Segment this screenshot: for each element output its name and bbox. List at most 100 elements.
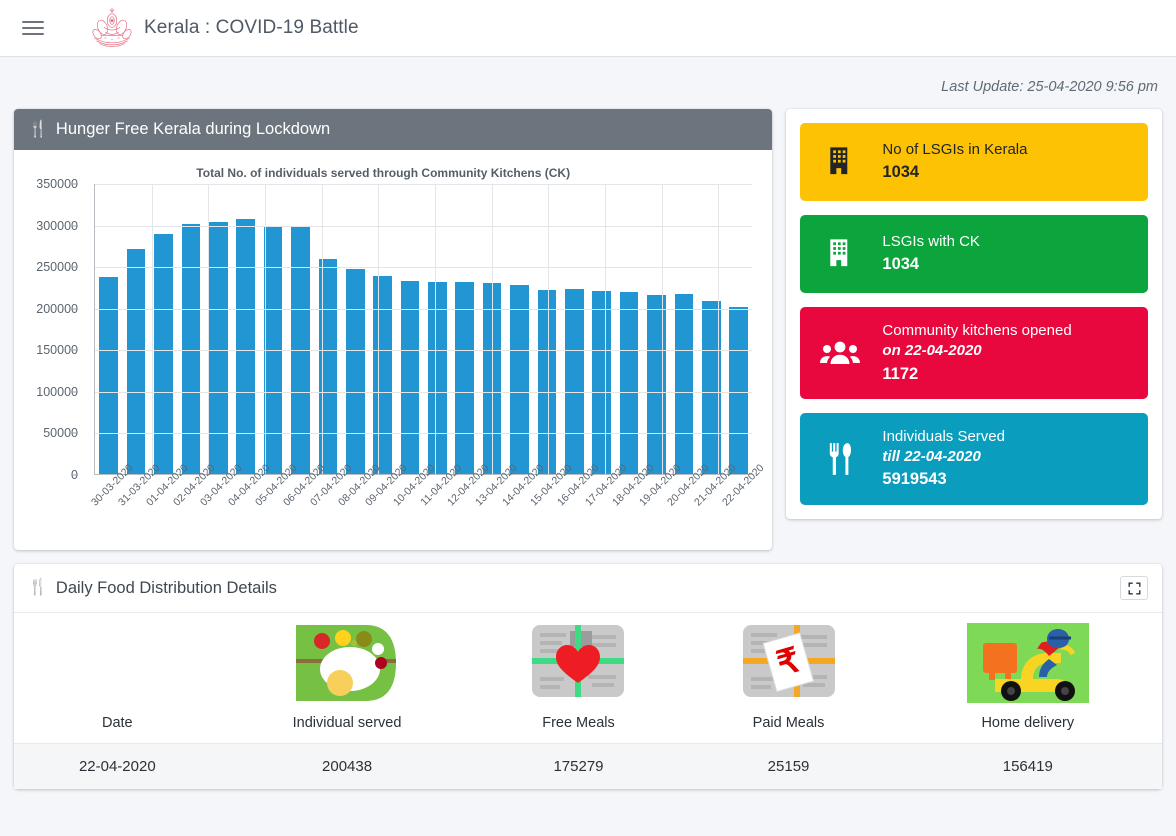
- bar-cell[interactable]: [424, 184, 451, 474]
- table-card-title: Daily Food Distribution Details: [55, 578, 277, 597]
- fullscreen-icon[interactable]: [1120, 576, 1148, 600]
- chart-bar[interactable]: [373, 276, 392, 474]
- chart-bar[interactable]: [455, 281, 475, 474]
- chart-bar[interactable]: [537, 289, 557, 474]
- bar-cell[interactable]: [615, 184, 642, 474]
- stat-card-text: Individuals Served till 22-04-2020 59195…: [882, 427, 1005, 491]
- bar-cell[interactable]: [177, 184, 204, 474]
- chart-bar[interactable]: [400, 281, 420, 474]
- gridline-horizontal: [95, 391, 753, 393]
- x-tick: 16-04-2020: [555, 462, 601, 537]
- bar-cell[interactable]: [396, 184, 423, 474]
- gridline-vertical: [378, 184, 380, 474]
- stat-card-text: LSGIs with CK 1034: [882, 232, 980, 276]
- chart-bar[interactable]: [99, 277, 118, 474]
- chart-bar[interactable]: [154, 234, 173, 474]
- x-tick: 30-03-2020: [89, 462, 135, 537]
- last-update-text: Last Update: 25-04-2020 9:56 pm: [941, 79, 1158, 95]
- table-cell: 22-04-2020: [14, 743, 221, 789]
- content-area: Last Update: 25-04-2020 9:56 pm 🍴 Hunger…: [0, 57, 1176, 789]
- chart-bar[interactable]: [208, 221, 228, 474]
- chart-bar[interactable]: [510, 284, 529, 474]
- x-tick: 06-04-2020: [281, 462, 327, 537]
- chart-bar[interactable]: [674, 293, 694, 474]
- stat-card-2[interactable]: LSGIs with CK 1034: [800, 215, 1148, 293]
- bar-cell[interactable]: [369, 184, 396, 474]
- bar-cell[interactable]: [122, 184, 149, 474]
- chart-bar[interactable]: [565, 289, 584, 474]
- bar-cell[interactable]: [588, 184, 615, 474]
- table-header-row: Date Individual served Free Meals ₹ Paid…: [14, 613, 1162, 744]
- bar-cell[interactable]: [670, 184, 697, 474]
- chart-bar[interactable]: [647, 295, 666, 474]
- bar-cell[interactable]: [287, 184, 314, 474]
- bar-cell[interactable]: [643, 184, 670, 474]
- y-tick-label: 300000: [36, 218, 78, 233]
- table-column-header: Free Meals: [473, 613, 683, 744]
- y-tick-mark: [73, 349, 78, 351]
- gridline-vertical: [718, 184, 720, 474]
- stat-card-list: No of LSGIs in Kerala 1034 LSGIs with CK…: [800, 123, 1148, 505]
- x-tick: 07-04-2020: [308, 462, 354, 537]
- chart-bar[interactable]: [345, 269, 365, 474]
- hamburger-icon[interactable]: [22, 17, 44, 39]
- gridline-vertical: [491, 184, 493, 474]
- fork-knife-icon: 🍴: [28, 120, 48, 138]
- x-axis-labels: 30-03-2020 31-03-2020 01-04-2020 02-04-2020…: [89, 462, 767, 537]
- meal-plate-icon: [227, 621, 468, 709]
- bar-cell[interactable]: [725, 184, 752, 474]
- bar-cell[interactable]: [533, 184, 560, 474]
- bar-cell[interactable]: [561, 184, 588, 474]
- bar-cell[interactable]: [506, 184, 533, 474]
- stat-card-value: 5919543: [882, 470, 947, 489]
- stat-card-1[interactable]: No of LSGIs in Kerala 1034: [800, 123, 1148, 201]
- kerala-government-emblem-icon: [90, 7, 134, 49]
- table-column-label: Date: [101, 715, 133, 731]
- scooter-delivery-icon: [900, 621, 1156, 709]
- stat-card-3[interactable]: Community kitchens opened on 22-04-2020 …: [800, 307, 1148, 399]
- chart-bar[interactable]: [236, 218, 255, 474]
- gridline-vertical: [151, 184, 153, 474]
- gridline-horizontal: [95, 267, 753, 269]
- y-tick-mark: [73, 474, 78, 476]
- chart-bar[interactable]: [181, 223, 201, 474]
- top-row: 🍴 Hunger Free Kerala during Lockdown Tot…: [14, 109, 1162, 550]
- table-column-header: Home delivery: [894, 613, 1162, 744]
- x-tick: 01-04-2020: [144, 462, 190, 537]
- table-card-header: 🍴 Daily Food Distribution Details: [14, 564, 1162, 613]
- bar-cell[interactable]: [232, 184, 259, 474]
- y-tick-mark: [73, 183, 78, 185]
- stat-card-label: Community kitchens opened: [882, 322, 1072, 339]
- x-tick: 17-04-2020: [583, 462, 629, 537]
- table-column-header: Individual served: [221, 613, 474, 744]
- gridline-vertical: [548, 184, 550, 474]
- stat-card-4[interactable]: Individuals Served till 22-04-2020 59195…: [800, 412, 1148, 505]
- chart-card-title: Hunger Free Kerala during Lockdown: [55, 120, 331, 138]
- x-tick: 14-04-2020: [500, 462, 546, 537]
- chart-bar[interactable]: [428, 281, 447, 474]
- bar-cell[interactable]: [150, 184, 177, 474]
- table-cell: 156419: [893, 743, 1162, 789]
- y-tick-label: 250000: [36, 260, 78, 275]
- x-tick: 22-04-2020: [720, 462, 766, 537]
- chart-bar[interactable]: [729, 307, 748, 474]
- table-cell: 175279: [473, 743, 684, 789]
- chart-bar[interactable]: [126, 248, 146, 474]
- bar-cell[interactable]: [314, 184, 341, 474]
- people-group-icon: [816, 339, 864, 367]
- bar-cell[interactable]: [451, 184, 478, 474]
- x-tick: 10-04-2020: [391, 462, 437, 537]
- bar-cell[interactable]: [342, 184, 369, 474]
- y-tick-mark: [73, 391, 78, 393]
- chart-bar[interactable]: [619, 292, 639, 474]
- bar-cell[interactable]: [698, 184, 725, 474]
- chart-title: Total No. of individuals served through …: [196, 166, 571, 180]
- stat-card-sub: till 22-04-2020: [882, 448, 981, 466]
- bar-cell[interactable]: [259, 184, 286, 474]
- bar-cell[interactable]: [95, 184, 122, 474]
- x-tick: 04-04-2020: [226, 462, 272, 537]
- chart-bars: [95, 184, 752, 474]
- y-axis-labels: 0500001000001500002000002500003000003500…: [24, 177, 86, 482]
- y-tick-mark: [73, 225, 78, 227]
- chart-bar[interactable]: [592, 291, 612, 474]
